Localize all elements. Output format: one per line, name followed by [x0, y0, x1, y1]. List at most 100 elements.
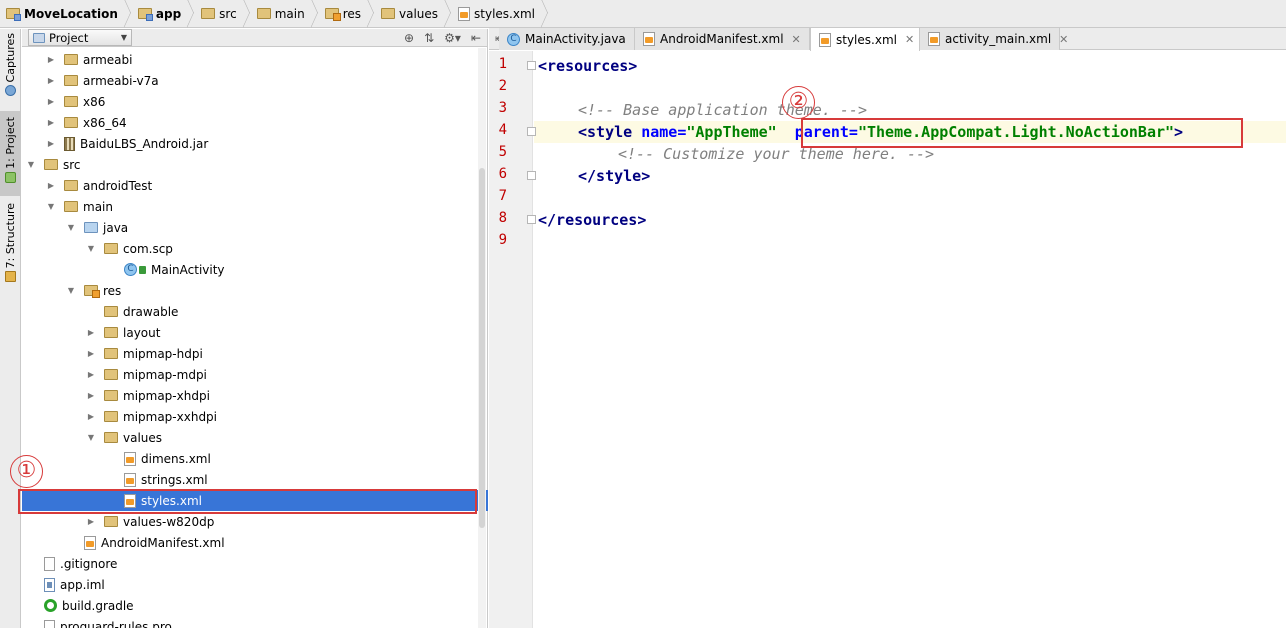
close-icon[interactable]: ✕: [792, 33, 801, 46]
gradle-icon: [44, 599, 57, 612]
tree-item[interactable]: ▶ layout: [22, 322, 488, 343]
scroll-from-source-icon[interactable]: ⊕: [404, 31, 414, 45]
tree-item[interactable]: strings.xml: [22, 469, 488, 490]
tree-item[interactable]: ▶ androidTest: [22, 175, 488, 196]
tree-item[interactable]: drawable: [22, 301, 488, 322]
project-view-icon: [33, 32, 45, 43]
code-line-1: <resources>: [538, 55, 637, 77]
project-view-selector[interactable]: Project ▼: [28, 29, 132, 46]
gear-icon[interactable]: ⚙▾: [444, 31, 461, 45]
breadcrumb-label: app: [155, 6, 182, 21]
tree-item[interactable]: app.iml: [22, 574, 488, 595]
folder-icon: [104, 327, 118, 338]
expand-arrow-icon[interactable]: ▶: [46, 181, 56, 190]
tree-item[interactable]: ▶ x86_64: [22, 112, 488, 133]
tree-item[interactable]: ▶ mipmap-xhdpi: [22, 385, 488, 406]
collapse-arrow-icon[interactable]: ▼: [86, 433, 96, 442]
tree-item[interactable]: ▼ values: [22, 427, 488, 448]
expand-arrow-icon[interactable]: ▶: [46, 76, 56, 85]
tree-item[interactable]: ▼ src: [22, 154, 488, 175]
hide-panel-icon[interactable]: ⇤: [471, 31, 481, 45]
tree-item-label: androidTest: [83, 178, 153, 193]
annotation-marker-2: ②: [782, 86, 815, 119]
breadcrumb-item-src[interactable]: src: [195, 0, 251, 28]
expand-arrow-icon[interactable]: ▶: [46, 139, 56, 148]
expand-arrow-icon[interactable]: ▶: [46, 55, 56, 64]
tree-scrollbar[interactable]: [478, 48, 486, 628]
tree-item[interactable]: ▼ main: [22, 196, 488, 217]
tree-item-label: drawable: [123, 304, 179, 319]
tree-item-label: mipmap-xxhdpi: [123, 409, 218, 424]
collapse-arrow-icon[interactable]: ▼: [66, 223, 76, 232]
tree-item-label: MainActivity: [151, 262, 225, 277]
breadcrumb-item-project[interactable]: MoveLocation: [0, 0, 132, 28]
editor-tab[interactable]: activity_main.xml ✕: [920, 28, 1068, 50]
expand-arrow-icon[interactable]: ▶: [86, 412, 96, 421]
tree-item[interactable]: ▶ values-w820dp: [22, 511, 488, 532]
scrollbar-thumb[interactable]: [479, 168, 485, 528]
tree-item-label: proguard-rules.pro: [60, 619, 172, 628]
editor-tab[interactable]: styles.xml ✕: [810, 28, 920, 51]
captures-tool-button[interactable]: Captures: [0, 33, 21, 103]
xml-file-icon: [124, 451, 136, 466]
project-tool-button[interactable]: 1: Project: [0, 111, 21, 196]
tree-item[interactable]: .gitignore: [22, 553, 488, 574]
breadcrumb-item-app[interactable]: app: [132, 0, 195, 28]
breadcrumb-label: src: [219, 6, 237, 21]
folder-icon: [64, 54, 78, 65]
expand-arrow-icon[interactable]: ▶: [46, 118, 56, 127]
tree-item-label: BaiduLBS_Android.jar: [80, 136, 209, 151]
folder-icon: [44, 159, 58, 170]
expand-arrow-icon[interactable]: ▶: [86, 391, 96, 400]
collapse-all-icon[interactable]: ⇅: [424, 31, 434, 45]
collapse-arrow-icon[interactable]: ▼: [66, 286, 76, 295]
tree-item[interactable]: AndroidManifest.xml: [22, 532, 488, 553]
breadcrumb-item-styles[interactable]: styles.xml: [452, 0, 549, 28]
breadcrumb-item-main[interactable]: main: [251, 0, 319, 28]
code-line-6: </style>: [578, 165, 650, 187]
tree-item[interactable]: ▶ mipmap-hdpi: [22, 343, 488, 364]
tree-item[interactable]: ▶ armeabi-v7a: [22, 70, 488, 91]
expand-arrow-icon[interactable]: ▶: [86, 349, 96, 358]
tree-item[interactable]: ▶ x86: [22, 91, 488, 112]
tree-item-label: com.scp: [123, 241, 173, 256]
tree-item-label: res: [103, 283, 122, 298]
tree-item[interactable]: proguard-rules.pro: [22, 616, 488, 628]
breadcrumb-item-values[interactable]: values: [375, 0, 452, 28]
collapse-arrow-icon[interactable]: ▼: [26, 160, 36, 169]
expand-arrow-icon[interactable]: ▶: [86, 517, 96, 526]
structure-label: 7: Structure: [4, 203, 17, 269]
project-panel-header: Project ▼ ⊕ ⇅ ⚙▾ ⇤: [22, 29, 487, 47]
project-panel-toolbar: ⊕ ⇅ ⚙▾ ⇤: [404, 29, 481, 47]
annotation-marker-1: ①: [10, 455, 43, 488]
tree-item[interactable]: ▶ mipmap-xxhdpi: [22, 406, 488, 427]
collapse-arrow-icon[interactable]: ▼: [86, 244, 96, 253]
editor-tab[interactable]: CMainActivity.java✕: [499, 28, 643, 50]
tree-item[interactable]: ▼ res: [22, 280, 488, 301]
expand-arrow-icon[interactable]: ▶: [86, 328, 96, 337]
close-icon[interactable]: ✕: [1059, 33, 1068, 46]
tree-item[interactable]: dimens.xml: [22, 448, 488, 469]
tree-item[interactable]: ▼ java: [22, 217, 488, 238]
tree-item-label: dimens.xml: [141, 451, 211, 466]
close-icon[interactable]: ✕: [905, 33, 914, 46]
structure-tool-button[interactable]: 7: Structure: [0, 203, 21, 293]
xml-tag: </style>: [578, 167, 651, 185]
expand-arrow-icon[interactable]: ▶: [46, 97, 56, 106]
tree-item[interactable]: build.gradle: [22, 595, 488, 616]
project-panel: Project ▼ ⊕ ⇅ ⚙▾ ⇤ proguard-rules.pro bui…: [22, 29, 488, 628]
tree-item[interactable]: C MainActivity: [22, 259, 488, 280]
android-icon: [5, 171, 16, 183]
tree-item-label: layout: [123, 325, 161, 340]
breadcrumb-label: MoveLocation: [24, 6, 118, 21]
tree-item[interactable]: ▶ mipmap-mdpi: [22, 364, 488, 385]
collapse-arrow-icon[interactable]: ▼: [46, 202, 56, 211]
editor-tab[interactable]: AndroidManifest.xml ✕: [635, 28, 810, 50]
tree-item[interactable]: ▶ armeabi: [22, 49, 488, 70]
tree-item[interactable]: ▶ BaiduLBS_Android.jar: [22, 133, 488, 154]
folder-icon: [64, 96, 78, 107]
breadcrumb-label: main: [274, 6, 305, 21]
tree-item[interactable]: ▼ com.scp: [22, 238, 488, 259]
expand-arrow-icon[interactable]: ▶: [86, 370, 96, 379]
breadcrumb-item-res[interactable]: res: [319, 0, 375, 28]
